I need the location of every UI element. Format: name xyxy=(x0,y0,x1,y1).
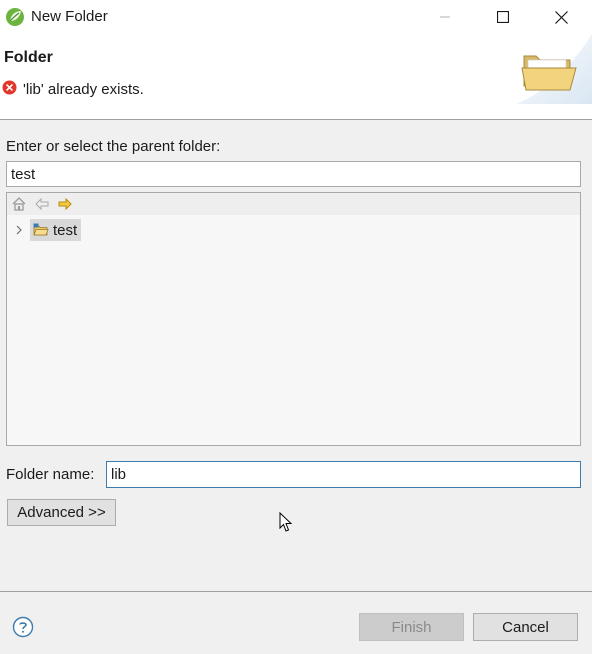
chevron-right-icon[interactable] xyxy=(13,222,25,238)
spring-leaf-icon xyxy=(6,8,24,26)
page-title: Folder xyxy=(4,49,53,66)
close-button[interactable] xyxy=(532,0,590,34)
finish-button[interactable]: Finish xyxy=(359,613,464,641)
open-project-folder-icon xyxy=(33,223,49,236)
advanced-button[interactable]: Advanced >> xyxy=(7,499,116,526)
error-icon xyxy=(2,80,17,95)
maximize-button[interactable] xyxy=(474,0,532,34)
help-icon[interactable] xyxy=(12,616,34,638)
new-folder-dialog: New Folder Folder 'lib' already exists. xyxy=(0,0,592,654)
folder-name-label: Folder name: xyxy=(6,466,95,483)
minimize-icon xyxy=(440,16,450,18)
tree-toolbar xyxy=(7,193,580,215)
parent-folder-label: Enter or select the parent folder: xyxy=(6,138,221,155)
home-icon[interactable] xyxy=(11,196,27,212)
tree-item-test[interactable]: test xyxy=(30,219,82,241)
parent-folder-input[interactable] xyxy=(6,161,581,187)
footer-divider xyxy=(0,591,592,592)
dialog-header: Folder 'lib' already exists. xyxy=(0,34,592,120)
folder-tree[interactable]: test xyxy=(6,192,581,446)
close-icon xyxy=(554,10,568,24)
error-message: 'lib' already exists. xyxy=(23,81,144,98)
tree-item[interactable]: test xyxy=(13,219,82,241)
back-arrow-icon[interactable] xyxy=(34,196,50,212)
folder-icon xyxy=(516,34,592,104)
minimize-button[interactable] xyxy=(416,0,474,34)
forward-arrow-icon[interactable] xyxy=(57,196,73,212)
mouse-cursor-icon xyxy=(279,512,293,532)
folder-name-input[interactable] xyxy=(106,461,581,488)
tree-item-label: test xyxy=(53,221,78,239)
maximize-icon xyxy=(497,11,509,23)
title-bar: New Folder xyxy=(0,0,592,34)
cancel-button[interactable]: Cancel xyxy=(473,613,578,641)
window-title: New Folder xyxy=(31,8,108,25)
